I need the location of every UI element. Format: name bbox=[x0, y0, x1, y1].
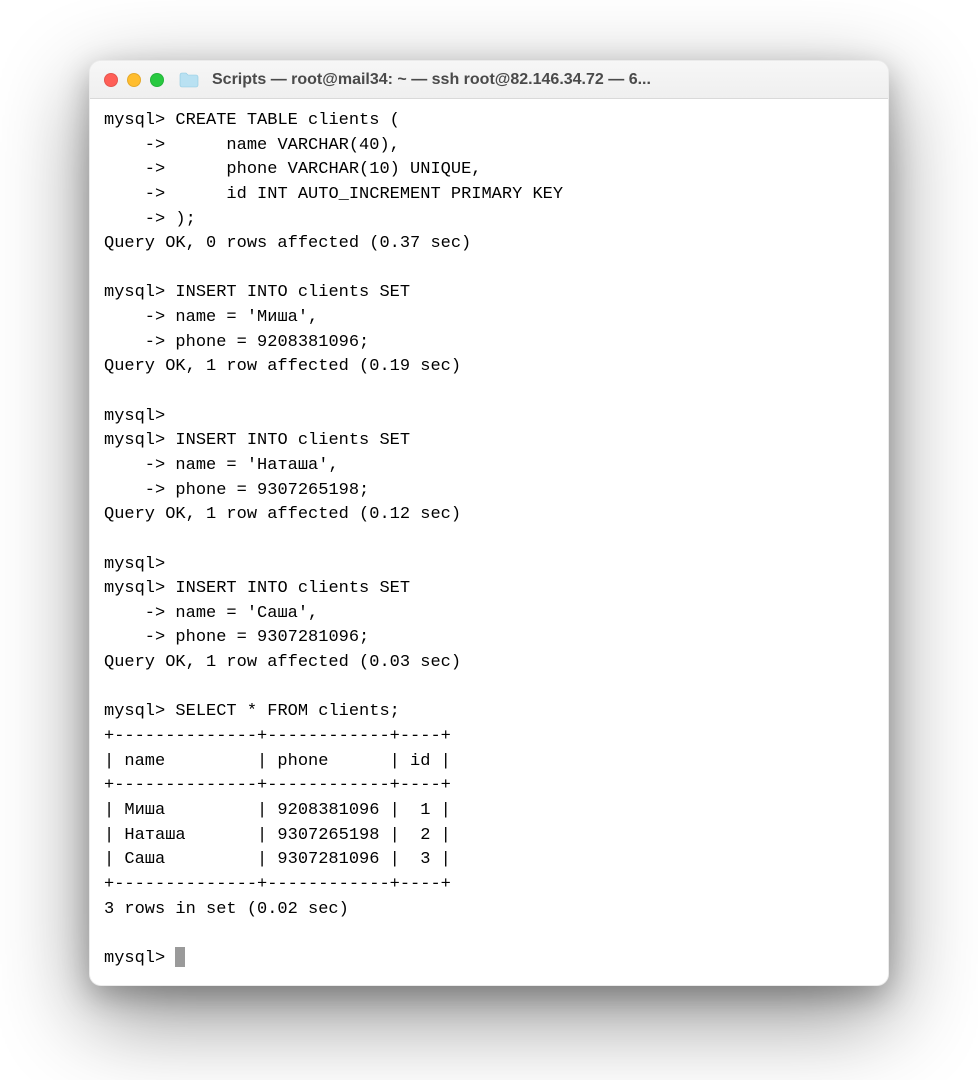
titlebar: Scripts — root@mail34: ~ — ssh root@82.1… bbox=[90, 61, 888, 99]
sql-ins3-phone: phone = 9307281096; bbox=[175, 628, 369, 647]
table-row: | Наташа | 9307265198 | 2 | bbox=[104, 826, 451, 845]
query-result: Query OK, 1 row affected (0.19 sec) bbox=[104, 357, 461, 376]
cont-prompt: -> bbox=[104, 308, 175, 327]
sql-ins1-name: name = 'Миша', bbox=[175, 308, 318, 327]
cont-prompt: -> bbox=[104, 185, 175, 204]
cont-prompt: -> bbox=[104, 604, 175, 623]
sql-create-close: ); bbox=[175, 210, 195, 229]
query-result: Query OK, 0 rows affected (0.37 sec) bbox=[104, 234, 471, 253]
cont-prompt: -> bbox=[104, 136, 175, 155]
prompt: mysql> bbox=[104, 111, 175, 130]
folder-icon bbox=[179, 72, 199, 88]
cont-prompt: -> bbox=[104, 333, 175, 352]
table-header: | name | phone | id | bbox=[104, 752, 451, 771]
sql-create-id: id INT AUTO_INCREMENT PRIMARY KEY bbox=[175, 185, 563, 204]
sql-insert: INSERT INTO clients SET bbox=[175, 283, 410, 302]
prompt: mysql> bbox=[104, 555, 175, 574]
query-result: Query OK, 1 row affected (0.12 sec) bbox=[104, 505, 461, 524]
sql-create-phone: phone VARCHAR(10) UNIQUE, bbox=[175, 160, 481, 179]
cont-prompt: -> bbox=[104, 160, 175, 179]
window-title: Scripts — root@mail34: ~ — ssh root@82.1… bbox=[212, 71, 874, 89]
prompt: mysql> bbox=[104, 431, 175, 450]
close-button[interactable] bbox=[104, 73, 118, 87]
sql-insert: INSERT INTO clients SET bbox=[175, 579, 410, 598]
table-separator: +--------------+------------+----+ bbox=[104, 776, 451, 795]
prompt: mysql> bbox=[104, 407, 175, 426]
cont-prompt: -> bbox=[104, 210, 175, 229]
sql-insert: INSERT INTO clients SET bbox=[175, 431, 410, 450]
rows-in-set: 3 rows in set (0.02 sec) bbox=[104, 900, 349, 919]
sql-create: CREATE TABLE clients ( bbox=[175, 111, 399, 130]
prompt: mysql> bbox=[104, 949, 175, 968]
table-row: | Саша | 9307281096 | 3 | bbox=[104, 850, 451, 869]
sql-select: SELECT * FROM clients; bbox=[175, 702, 399, 721]
cursor bbox=[175, 947, 185, 967]
sql-ins3-name: name = 'Саша', bbox=[175, 604, 318, 623]
cont-prompt: -> bbox=[104, 456, 175, 475]
terminal-window: Scripts — root@mail34: ~ — ssh root@82.1… bbox=[89, 60, 889, 986]
sql-ins2-phone: phone = 9307265198; bbox=[175, 481, 369, 500]
traffic-lights bbox=[104, 73, 164, 87]
prompt: mysql> bbox=[104, 702, 175, 721]
query-result: Query OK, 1 row affected (0.03 sec) bbox=[104, 653, 461, 672]
minimize-button[interactable] bbox=[127, 73, 141, 87]
sql-ins2-name: name = 'Наташа', bbox=[175, 456, 338, 475]
cont-prompt: -> bbox=[104, 628, 175, 647]
prompt: mysql> bbox=[104, 283, 175, 302]
table-separator: +--------------+------------+----+ bbox=[104, 727, 451, 746]
table-row: | Миша | 9208381096 | 1 | bbox=[104, 801, 451, 820]
zoom-button[interactable] bbox=[150, 73, 164, 87]
prompt: mysql> bbox=[104, 579, 175, 598]
sql-ins1-phone: phone = 9208381096; bbox=[175, 333, 369, 352]
terminal-body[interactable]: mysql> CREATE TABLE clients ( -> name VA… bbox=[90, 99, 888, 985]
cont-prompt: -> bbox=[104, 481, 175, 500]
sql-create-name: name VARCHAR(40), bbox=[175, 136, 399, 155]
table-separator: +--------------+------------+----+ bbox=[104, 875, 451, 894]
